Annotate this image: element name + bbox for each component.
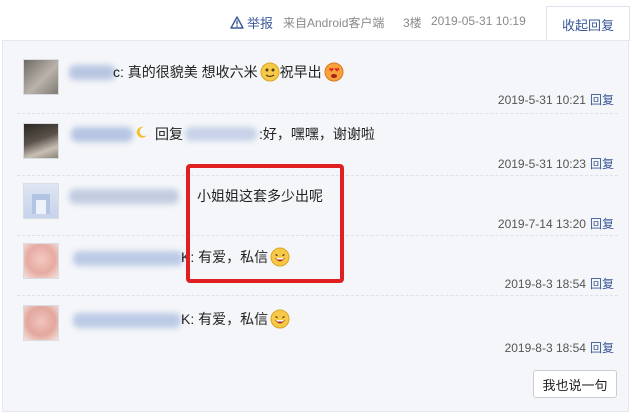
- reply-link[interactable]: 回复: [590, 93, 614, 107]
- reply-time: 2019-8-3 18:54: [504, 277, 586, 291]
- divider: [17, 113, 618, 114]
- post-datetime: 2019-05-31 10:19: [431, 14, 526, 28]
- post-meta-bar: 举报 来自Android客户端 3楼 2019-05-31 10:19 收起回复: [0, 0, 636, 41]
- reply-text-part: K: 有爱，私信: [181, 311, 269, 327]
- reply-link[interactable]: 回复: [590, 341, 614, 355]
- default-avatar-icon: [32, 194, 50, 214]
- avatar[interactable]: [23, 123, 59, 159]
- report-link[interactable]: 举报: [230, 13, 273, 32]
- reply-time: 2019-7-14 13:20: [497, 217, 586, 231]
- username-blurred[interactable]: [69, 189, 179, 204]
- reply-time: 2019-8-3 18:54: [504, 341, 586, 355]
- reply-link[interactable]: 回复: [590, 277, 614, 291]
- collapse-replies-button[interactable]: 收起回复: [546, 6, 630, 41]
- reply-meta: 2019-5-31 10:23 回复: [498, 155, 614, 172]
- reply-time: 2019-5-31 10:23: [497, 157, 586, 171]
- reply-text: K: 有爱，私信: [181, 309, 290, 329]
- grinning-emoji-icon: [270, 309, 290, 329]
- heart-eyes-emoji-icon: [324, 62, 344, 82]
- reply-item: K: 有爱，私信 2019-8-3 18:54 回复: [3, 295, 628, 355]
- reply-text-part: 回复: [155, 126, 183, 142]
- username-blurred[interactable]: [73, 251, 183, 266]
- warning-icon: [230, 16, 244, 29]
- reply-link[interactable]: 回复: [590, 157, 614, 171]
- avatar[interactable]: [23, 305, 59, 341]
- username-blurred[interactable]: [73, 313, 181, 328]
- reply-meta: 2019-5-31 10:21 回复: [498, 91, 614, 108]
- post-source: 来自Android客户端: [283, 16, 385, 30]
- reply-meta: 2019-8-3 18:54 回复: [505, 275, 614, 292]
- reply-item: c: 真的很貌美 想收六米 祝早出 2019-5-31 10:21 回复: [3, 51, 628, 111]
- reply-text: 回复 :好，嘿嘿，谢谢啦: [155, 124, 375, 144]
- reply-text: c: 真的很貌美 想收六米 祝早出: [113, 62, 344, 82]
- reply-link[interactable]: 回复: [590, 217, 614, 231]
- avatar[interactable]: [23, 59, 59, 95]
- add-reply-button[interactable]: 我也说一句: [533, 370, 617, 398]
- username-blurred[interactable]: [69, 65, 115, 80]
- moon-icon: [136, 126, 147, 138]
- reply-meta: 2019-8-3 18:54 回复: [505, 339, 614, 356]
- reply-meta: 2019-7-14 13:20 回复: [498, 215, 614, 232]
- reply-time: 2019-5-31 10:21: [497, 93, 586, 107]
- avatar[interactable]: [23, 183, 59, 219]
- reply-text-part: :好，嘿嘿，谢谢啦: [259, 126, 375, 142]
- report-label: 举报: [247, 16, 274, 31]
- avatar[interactable]: [23, 243, 59, 279]
- reply-text-part: 祝早出: [279, 64, 322, 80]
- username-blurred[interactable]: [71, 127, 133, 142]
- highlight-box: [186, 164, 344, 283]
- reply-text-part: c: 真的很貌美 想收六米: [113, 64, 258, 80]
- drooling-emoji-icon: [260, 62, 280, 82]
- mentioned-user-blurred[interactable]: [185, 127, 257, 141]
- floor-number: 3楼: [403, 16, 422, 30]
